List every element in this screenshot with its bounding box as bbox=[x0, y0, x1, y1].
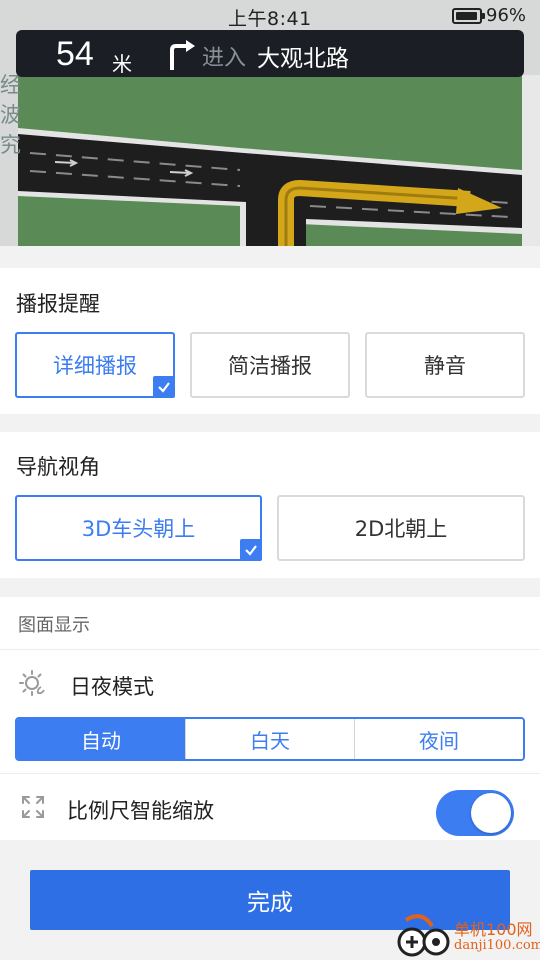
broadcast-settings-card: 播报提醒 详细播报 简洁播报 静音 bbox=[0, 268, 540, 414]
scale-smart-zoom-toggle[interactable] bbox=[436, 790, 514, 836]
watermark-logo-icon bbox=[397, 914, 450, 957]
divider bbox=[0, 773, 540, 774]
sun-moon-icon bbox=[19, 670, 45, 696]
toggle-knob bbox=[471, 793, 511, 833]
day-night-option-label: 自动 bbox=[81, 728, 121, 753]
battery-fill bbox=[456, 12, 477, 20]
selected-check-icon bbox=[240, 539, 262, 561]
scale-smart-zoom-label: 比例尺智能缩放 bbox=[67, 799, 214, 823]
guidance-road-name: 大观北路 bbox=[257, 46, 349, 72]
guidance-distance-unit: 米 bbox=[112, 52, 132, 76]
broadcast-option-label: 静音 bbox=[424, 354, 466, 378]
day-night-option-auto[interactable]: 自动 bbox=[17, 719, 185, 759]
map-display-card: 图面显示 日夜模式 自动 白天 夜间 比例尺智能缩放 bbox=[0, 597, 540, 840]
view-option-2d-north-up[interactable]: 2D北朝上 bbox=[277, 495, 525, 561]
turn-right-icon bbox=[170, 40, 195, 70]
day-night-mode-label: 日夜模式 bbox=[70, 675, 154, 699]
status-bar: 上午8:41 96% bbox=[0, 0, 540, 32]
view-angle-card: 导航视角 3D车头朝上 2D北朝上 bbox=[0, 432, 540, 578]
view-option-3d-heading-up[interactable]: 3D车头朝上 bbox=[15, 495, 262, 561]
map-side-label: 经波究 bbox=[0, 73, 21, 157]
broadcast-option-concise[interactable]: 简洁播报 bbox=[190, 332, 350, 398]
day-night-option-night[interactable]: 夜间 bbox=[354, 719, 523, 759]
battery-icon bbox=[452, 8, 485, 24]
turn-guidance-panel: 54 米 进入 大观北路 bbox=[16, 30, 524, 77]
broadcast-option-mute[interactable]: 静音 bbox=[365, 332, 525, 398]
navigation-map-preview: 经波究 上午8:41 96% 54 米 进入 大观北路 bbox=[0, 0, 540, 246]
view-option-label: 2D北朝上 bbox=[354, 517, 448, 541]
day-night-option-day[interactable]: 白天 bbox=[185, 719, 354, 759]
watermark-line2: danji100.com bbox=[454, 938, 540, 953]
view-option-label: 3D车头朝上 bbox=[81, 517, 196, 541]
day-night-option-label: 夜间 bbox=[419, 728, 459, 753]
day-night-segmented-control: 自动 白天 夜间 bbox=[15, 717, 525, 761]
broadcast-option-detailed[interactable]: 详细播报 bbox=[15, 332, 175, 398]
battery-percent: 96% bbox=[486, 5, 527, 26]
expand-icon bbox=[22, 796, 44, 818]
site-watermark: 单机100网 danji100.com bbox=[390, 912, 540, 960]
broadcast-title: 播报提醒 bbox=[16, 292, 100, 316]
watermark-line1: 单机100网 bbox=[454, 920, 533, 939]
broadcast-option-label: 详细播报 bbox=[53, 354, 137, 378]
done-button-label: 完成 bbox=[247, 890, 293, 916]
day-night-option-label: 白天 bbox=[250, 728, 290, 753]
divider bbox=[0, 649, 540, 650]
guidance-enter-label: 进入 bbox=[202, 46, 247, 71]
view-angle-title: 导航视角 bbox=[16, 455, 100, 479]
status-time: 上午8:41 bbox=[228, 8, 312, 30]
map-display-section-label: 图面显示 bbox=[18, 615, 90, 636]
guidance-distance: 54 bbox=[56, 35, 94, 73]
broadcast-option-label: 简洁播报 bbox=[228, 354, 312, 378]
selected-check-icon bbox=[153, 376, 175, 398]
